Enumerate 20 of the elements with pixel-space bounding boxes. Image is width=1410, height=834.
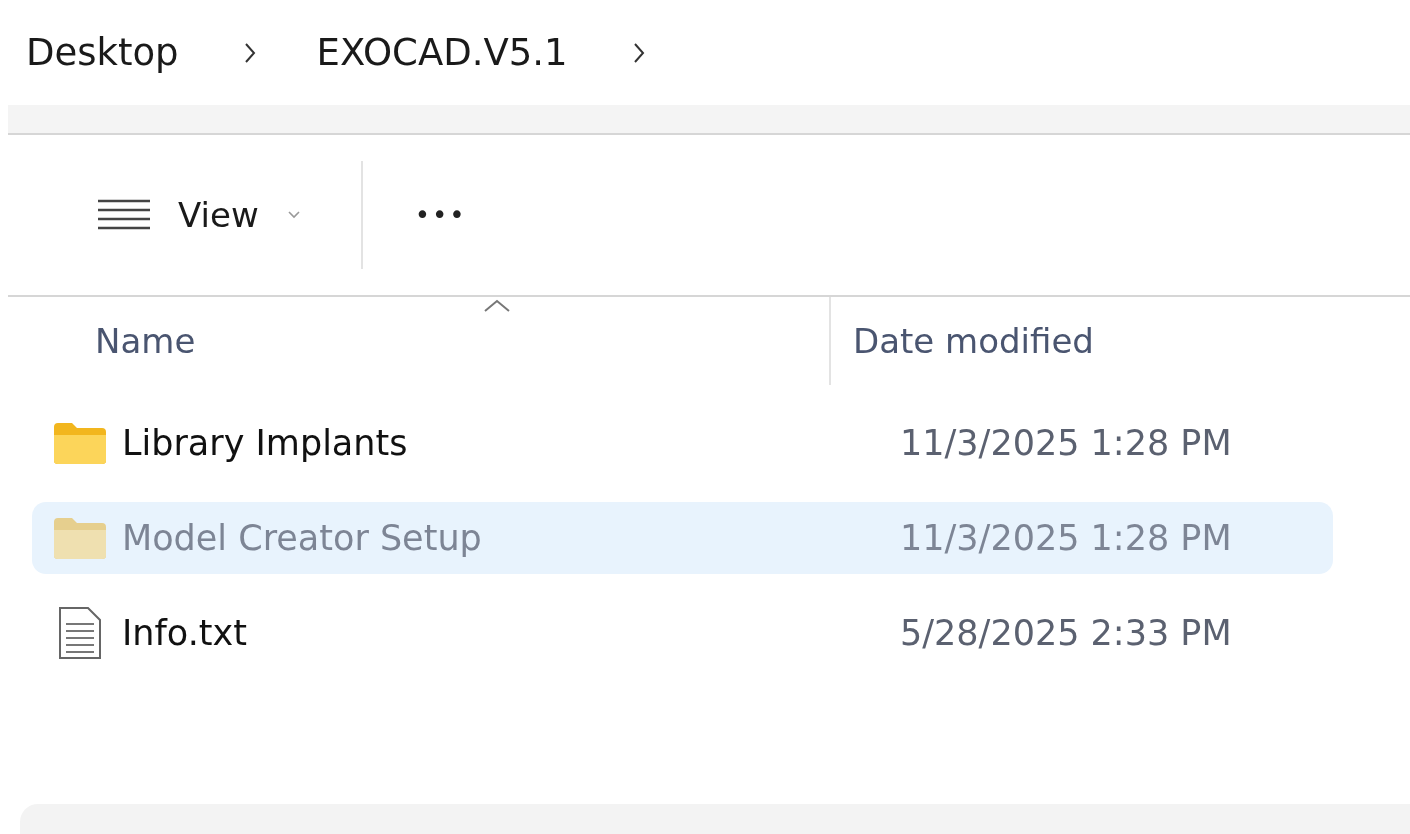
file-name: Info.txt [122,613,248,653]
file-name: Library Implants [122,423,409,463]
folder-icon [52,421,108,465]
breadcrumb-item[interactable]: Desktop [26,31,179,74]
date-modified: 5/28/2025 2:33 PM [900,613,1232,653]
file-row[interactable]: Info.txt 5/28/2025 2:33 PM [32,597,1333,669]
column-label: Name [95,321,196,361]
file-name: Model Creator Setup [122,518,483,558]
date-modified: 11/3/2025 1:28 PM [900,518,1232,558]
folder-icon [52,516,108,560]
sort-caret-icon [483,299,511,313]
breadcrumb-item[interactable]: EXOCAD.V5.1 [316,31,568,74]
column-header[interactable]: Date modified [831,297,1094,385]
column-label: Date modified [853,321,1094,361]
more-options-button[interactable]: ••• [414,200,467,230]
view-button[interactable]: View [96,195,301,235]
file-row[interactable]: Library Implants 11/3/2025 1:28 PM [32,407,1333,479]
caret-down-icon [286,210,301,220]
column-header[interactable]: Name [0,297,829,385]
date-modified: 11/3/2025 1:28 PM [900,423,1232,463]
